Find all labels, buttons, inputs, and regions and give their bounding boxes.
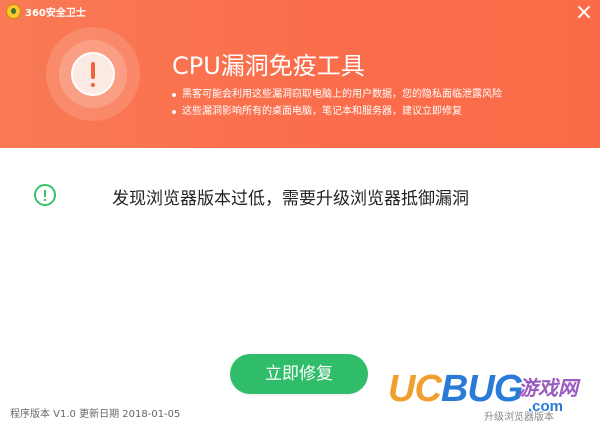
fix-now-button[interactable]: 立即修复 (230, 354, 368, 394)
app-title: 360安全卫士 (25, 8, 86, 19)
ucbug-watermark-logo: UCBUG (388, 368, 523, 411)
header-banner: 360安全卫士 × CPU漏洞免疫工具 黑客可能会利用这些漏洞窃取电脑上的用户数… (0, 0, 600, 148)
watermark-bug: BUG (440, 368, 523, 410)
risk-bullet-item: 黑客可能会利用这些漏洞窃取电脑上的用户数据，您的隐私面临泄露风险 (172, 86, 502, 103)
watermark-uc: UC (388, 368, 442, 410)
risk-bullet-item: 这些漏洞影响所有的桌面电脑，笔记本和服务器，建议立即修复 (172, 103, 502, 120)
watermark-com: .com (528, 398, 564, 415)
watermark-cn: 游戏网 (518, 376, 578, 400)
warning-exclamation-icon (71, 52, 115, 96)
info-circle-icon (34, 184, 56, 206)
tool-title: CPU漏洞免疫工具 (172, 52, 365, 80)
close-icon[interactable]: × (572, 2, 596, 26)
360-logo-icon (6, 4, 21, 19)
scan-result-message: 发现浏览器版本过低，需要升级浏览器抵御漏洞 (112, 189, 469, 209)
risk-bullet-list: 黑客可能会利用这些漏洞窃取电脑上的用户数据，您的隐私面临泄露风险 这些漏洞影响所… (172, 86, 502, 120)
version-info: 程序版本 V1.0 更新日期 2018-01-05 (10, 409, 181, 420)
